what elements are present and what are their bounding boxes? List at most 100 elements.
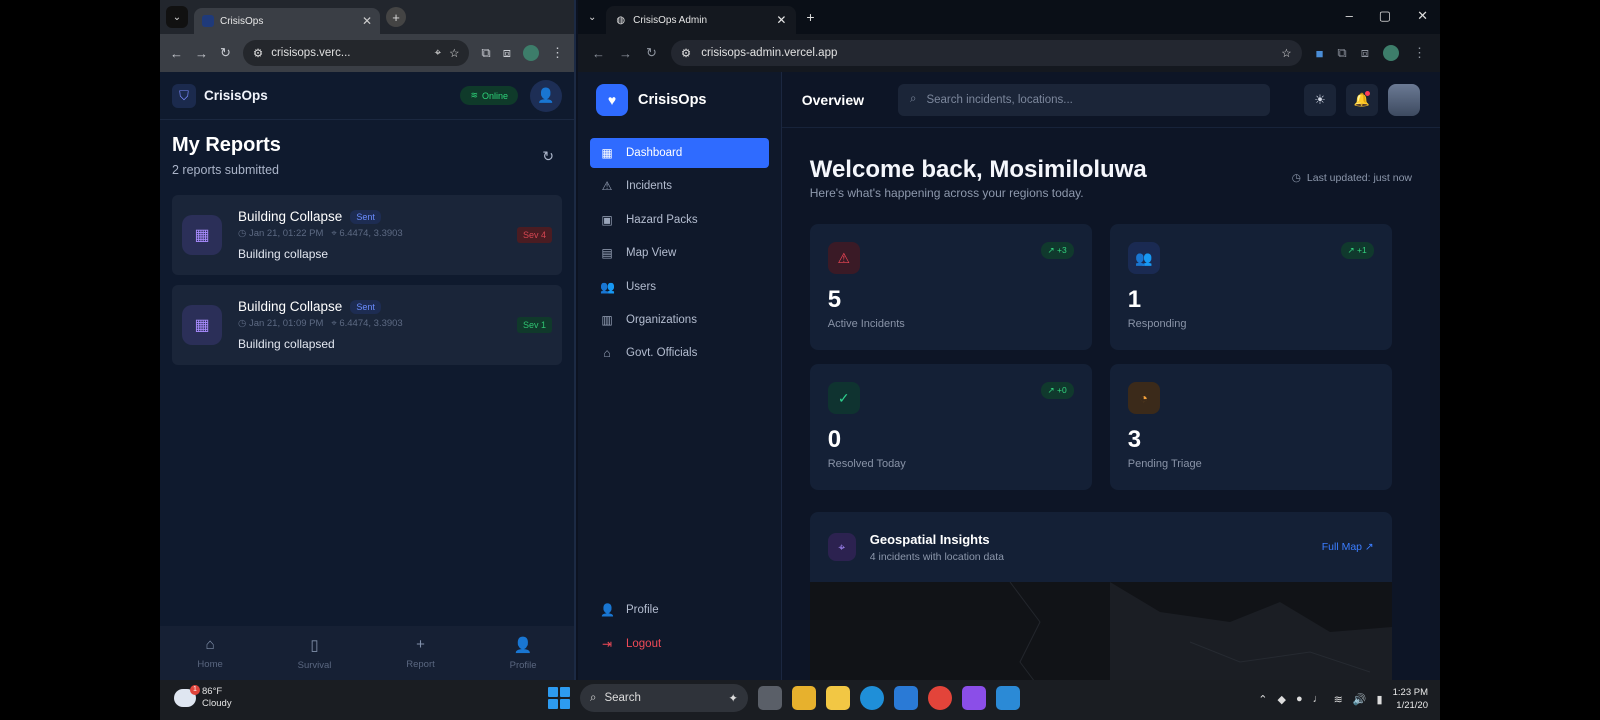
online-label: Online	[481, 90, 508, 101]
stat-label: Responding	[1127, 318, 1187, 330]
theme-toggle-sun-icon[interactable]: ☀	[1304, 83, 1336, 116]
building-icon: ▦	[182, 215, 222, 255]
sidebar-item-dashboard[interactable]: ▦ Dashboard	[590, 138, 769, 168]
sidebar-item-label: Incidents	[626, 180, 673, 193]
bottom-nav-home[interactable]: ⌂ Home	[197, 636, 222, 670]
sticky-notes-icon[interactable]	[826, 686, 850, 710]
extensions-icon[interactable]: ⧉	[481, 45, 490, 61]
user-menu-button[interactable]: 👤	[530, 79, 562, 112]
location-icon[interactable]: ⌖	[435, 47, 441, 60]
report-time: Jan 21, 01:22 PM	[248, 228, 324, 239]
tray-app-icon[interactable]: ◆	[1278, 693, 1286, 706]
new-tab-button[interactable]: +	[806, 9, 814, 25]
tab-search-button[interactable]: ⌄	[588, 12, 596, 23]
profile-avatar[interactable]	[1383, 45, 1399, 61]
geo-subtitle: 4 incidents with location data	[869, 550, 1004, 563]
weather-widget[interactable]: 1 86°F Cloudy	[174, 685, 232, 710]
bookmark-star-icon[interactable]: ☆	[449, 46, 459, 60]
sidebar-item-profile[interactable]: 👤 Profile	[590, 595, 769, 625]
browser-tab[interactable]: ◍ CrisisOps Admin ✕	[606, 6, 797, 34]
incident-map[interactable]	[809, 581, 1392, 692]
report-card[interactable]: ▦ Building Collapse Sent ◷ Jan 21, 01:09…	[172, 285, 562, 365]
stat-card[interactable]: ◔ 3 Pending Triage	[1109, 364, 1392, 490]
back-icon[interactable]: ←	[592, 46, 605, 61]
menu-icon[interactable]: ⋮	[551, 45, 564, 61]
window-controls: – ▢ ✕	[1346, 8, 1428, 24]
close-window-icon[interactable]: ✕	[1417, 8, 1428, 24]
site-info-icon[interactable]: ⚙	[253, 46, 263, 60]
minimize-icon[interactable]: –	[1346, 8, 1353, 24]
sidebar-item-map-view[interactable]: ▤ Map View	[590, 238, 769, 268]
tab-groups-icon[interactable]: ⧈	[1361, 45, 1369, 61]
report-card[interactable]: ▦ Building Collapse Sent ◷ Jan 21, 01:22…	[172, 195, 562, 275]
stat-card[interactable]: 👥 ↗ +1 1 Responding	[1109, 224, 1392, 350]
reload-icon[interactable]: ↻	[220, 45, 231, 61]
sidebar-bottom-nav: 👤 Profile ⇥ Logout	[590, 595, 769, 662]
menu-icon[interactable]: ⋮	[1413, 45, 1426, 61]
extension-icon[interactable]: ■	[1316, 46, 1324, 61]
bottom-nav-profile[interactable]: 👤 Profile	[510, 636, 537, 671]
chrome-icon[interactable]	[928, 686, 952, 710]
close-tab-icon[interactable]: ✕	[362, 14, 372, 28]
app-icon[interactable]	[962, 686, 986, 710]
sidebar-item-hazard-packs[interactable]: ▣ Hazard Packs	[590, 205, 769, 235]
admin-browser-window: ⌄ ◍ CrisisOps Admin ✕ + – ▢ ✕ ← → ↻ ⚙ cr…	[578, 0, 1440, 692]
vscode-icon[interactable]	[894, 686, 918, 710]
stat-card[interactable]: ✓ ↗ +0 0 Resolved Today	[809, 364, 1092, 490]
tab-groups-icon[interactable]: ⧈	[503, 45, 511, 61]
check-circle-icon: ✓	[827, 382, 860, 414]
report-title: Building Collapse	[238, 299, 343, 314]
reports-count: 2 reports submitted	[172, 163, 279, 177]
profile-avatar[interactable]	[523, 45, 539, 61]
chrome-tray-icon[interactable]: ●	[1296, 693, 1303, 705]
stat-label: Resolved Today	[827, 458, 906, 470]
severity-badge: Sev 1	[516, 317, 552, 333]
forward-icon[interactable]: →	[195, 46, 208, 61]
chevron-up-icon[interactable]: ⌃	[1258, 693, 1267, 706]
volume-icon[interactable]: 🔊	[1353, 693, 1367, 706]
system-tray: ⌃ ◆ ● ♩ ≋ 🔊 ▮ 1:23 PM 1/21/20	[1258, 686, 1428, 712]
refresh-icon[interactable]: ↻	[542, 148, 554, 165]
sidebar-item-govt-officials[interactable]: ⌂ Govt. Officials	[590, 338, 769, 368]
url-field[interactable]: ⚙ crisisops-admin.vercel.app ☆	[670, 40, 1302, 66]
back-icon[interactable]: ←	[170, 46, 183, 61]
sidebar-item-logout[interactable]: ⇥ Logout	[590, 629, 769, 659]
extensions-icon[interactable]: ⧉	[1337, 45, 1346, 61]
full-map-link[interactable]: Full Map ↗	[1322, 541, 1374, 553]
edge-browser-icon[interactable]	[860, 686, 884, 710]
bottom-nav-report[interactable]: + Report	[406, 636, 435, 670]
tab-search-button[interactable]: ⌄	[166, 6, 188, 28]
battery-icon[interactable]: ▮	[1377, 693, 1383, 706]
close-tab-icon[interactable]: ✕	[776, 13, 786, 27]
map-pin-icon: ⌖	[827, 533, 856, 561]
search-input[interactable]: ⌕ Search incidents, locations...	[898, 83, 1270, 116]
sidebar-item-incidents[interactable]: ⚠ Incidents	[590, 171, 769, 201]
taskbar-search[interactable]: ⌕ Search ✦	[580, 684, 748, 712]
reload-icon[interactable]: ↻	[646, 45, 657, 61]
app-icon[interactable]	[996, 686, 1020, 710]
url-field[interactable]: ⚙ crisisops.verc... ⌖ ☆	[242, 40, 470, 66]
sidebar-item-users[interactable]: 👥 Users	[590, 272, 769, 302]
bottom-nav-survival[interactable]: ▯ Survival	[298, 636, 332, 671]
file-explorer-icon[interactable]	[792, 686, 816, 710]
wifi-icon[interactable]: ≋	[1334, 693, 1343, 706]
task-view-icon[interactable]	[758, 686, 782, 710]
windows-start-icon[interactable]	[548, 687, 570, 709]
report-title-row: Building Collapse Sent	[238, 299, 403, 314]
site-info-icon[interactable]: ⚙	[681, 46, 691, 60]
new-tab-button[interactable]: +	[386, 7, 406, 27]
bottom-navigation: ⌂ Home ▯ Survival + Report 👤 Profile	[160, 626, 574, 680]
microphone-icon[interactable]: ♩	[1313, 693, 1324, 705]
user-avatar[interactable]	[1388, 83, 1420, 116]
forward-icon[interactable]: →	[619, 46, 632, 61]
report-meta: ◷ Jan 21, 01:09 PM ⌖ 6.4474, 3.3903	[238, 318, 403, 329]
sidebar-item-organizations[interactable]: ▥ Organizations	[590, 305, 769, 335]
map-pin-icon: ⌖	[331, 318, 337, 329]
stat-card[interactable]: ⚠ ↗ +3 5 Active Incidents	[809, 224, 1092, 350]
browser-tab[interactable]: CrisisOps ✕	[194, 8, 380, 34]
topbar-actions: ☀ 🔔	[1304, 83, 1420, 116]
notifications-bell-icon[interactable]: 🔔	[1346, 83, 1378, 116]
system-clock[interactable]: 1:23 PM 1/21/20	[1393, 686, 1428, 712]
maximize-icon[interactable]: ▢	[1379, 8, 1391, 24]
bookmark-star-icon[interactable]: ☆	[1281, 46, 1291, 60]
